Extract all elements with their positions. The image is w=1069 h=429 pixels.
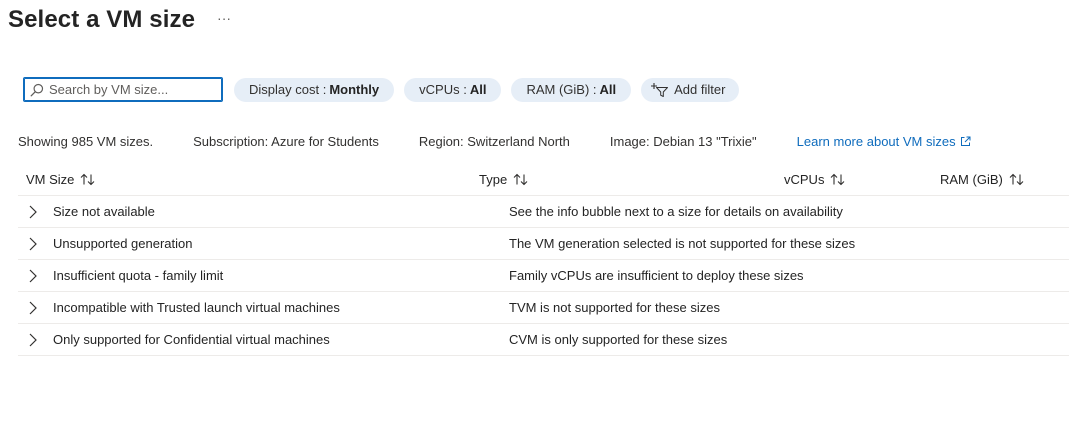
image-text: Image: Debian 13 "Trixie" xyxy=(609,134,757,149)
filter-label: RAM (GiB) : xyxy=(526,82,597,97)
add-filter-label: Add filter xyxy=(674,82,726,97)
column-header-ram[interactable]: RAM (GiB) xyxy=(940,164,1025,195)
group-name: Only supported for Confidential virtual … xyxy=(53,332,330,347)
chevron-right-icon[interactable] xyxy=(28,333,38,347)
vm-count-text: Showing 985 VM sizes. xyxy=(18,134,154,149)
ram-filter-pill[interactable]: RAM (GiB) : All xyxy=(511,77,632,102)
learn-more-label: Learn more about VM sizes xyxy=(796,134,956,149)
column-label: RAM (GiB) xyxy=(940,172,1003,187)
group-description: The VM generation selected is not suppor… xyxy=(509,236,856,251)
page-header: Select a VM size ··· xyxy=(8,6,231,34)
display-cost-filter-pill[interactable]: Display cost : Monthly xyxy=(234,77,395,102)
column-label: vCPUs xyxy=(784,172,825,187)
page-title: Select a VM size xyxy=(8,6,196,33)
table-row[interactable]: Only supported for Confidential virtual … xyxy=(18,324,1069,356)
filter-value: Monthly xyxy=(329,82,380,97)
filter-value: All xyxy=(469,82,487,97)
filter-label: Display cost : xyxy=(249,82,327,97)
column-header-type[interactable]: Type xyxy=(479,164,529,195)
group-name: Incompatible with Trusted launch virtual… xyxy=(53,300,340,315)
group-description: TVM is not supported for these sizes xyxy=(509,300,720,315)
chevron-right-icon[interactable] xyxy=(28,237,38,251)
subscription-text: Subscription: Azure for Students xyxy=(193,134,379,149)
filter-toolbar: Display cost : Monthly vCPUs : All RAM (… xyxy=(23,77,740,102)
vm-size-table: VM Size Type vCPUs RAM (GiB) Size not av… xyxy=(18,164,1069,356)
chevron-right-icon[interactable] xyxy=(28,269,38,283)
column-label: Type xyxy=(479,172,508,187)
table-row[interactable]: Insufficient quota - family limit Family… xyxy=(18,260,1069,292)
group-name: Unsupported generation xyxy=(53,236,193,251)
group-description: Family vCPUs are insufficient to deploy … xyxy=(509,268,804,283)
add-filter-icon xyxy=(651,82,669,97)
group-name: Insufficient quota - family limit xyxy=(53,268,224,283)
add-filter-button[interactable]: Add filter xyxy=(641,77,740,102)
learn-more-link[interactable]: Learn more about VM sizes xyxy=(797,134,971,149)
group-description: See the info bubble next to a size for d… xyxy=(509,204,843,219)
filter-value: All xyxy=(599,82,617,97)
search-icon xyxy=(30,83,44,96)
table-row[interactable]: Incompatible with Trusted launch virtual… xyxy=(18,292,1069,324)
chevron-right-icon[interactable] xyxy=(28,301,38,315)
region-text: Region: Switzerland North xyxy=(418,134,570,149)
group-name: Size not available xyxy=(53,204,155,219)
search-input[interactable] xyxy=(49,82,209,97)
table-header: VM Size Type vCPUs RAM (GiB) xyxy=(18,164,1069,196)
sort-icon xyxy=(830,173,846,186)
more-options-button[interactable]: ··· xyxy=(217,11,231,25)
table-row[interactable]: Unsupported generation The VM generation… xyxy=(18,228,1069,260)
sort-icon xyxy=(1009,173,1025,186)
column-header-vcpus[interactable]: vCPUs xyxy=(784,164,846,195)
group-description: CVM is only supported for these sizes xyxy=(509,332,728,347)
column-header-vm-size[interactable]: VM Size xyxy=(26,164,96,195)
summary-info-row: Showing 985 VM sizes. Subscription: Azur… xyxy=(18,134,971,149)
filter-label: vCPUs : xyxy=(419,82,467,97)
sort-icon xyxy=(80,173,96,186)
table-row[interactable]: Size not available See the info bubble n… xyxy=(18,196,1069,228)
sort-icon xyxy=(513,173,529,186)
chevron-right-icon[interactable] xyxy=(28,205,38,219)
search-box[interactable] xyxy=(23,77,223,102)
external-link-icon xyxy=(960,136,971,146)
column-label: VM Size xyxy=(26,172,75,187)
vcpus-filter-pill[interactable]: vCPUs : All xyxy=(404,77,502,102)
